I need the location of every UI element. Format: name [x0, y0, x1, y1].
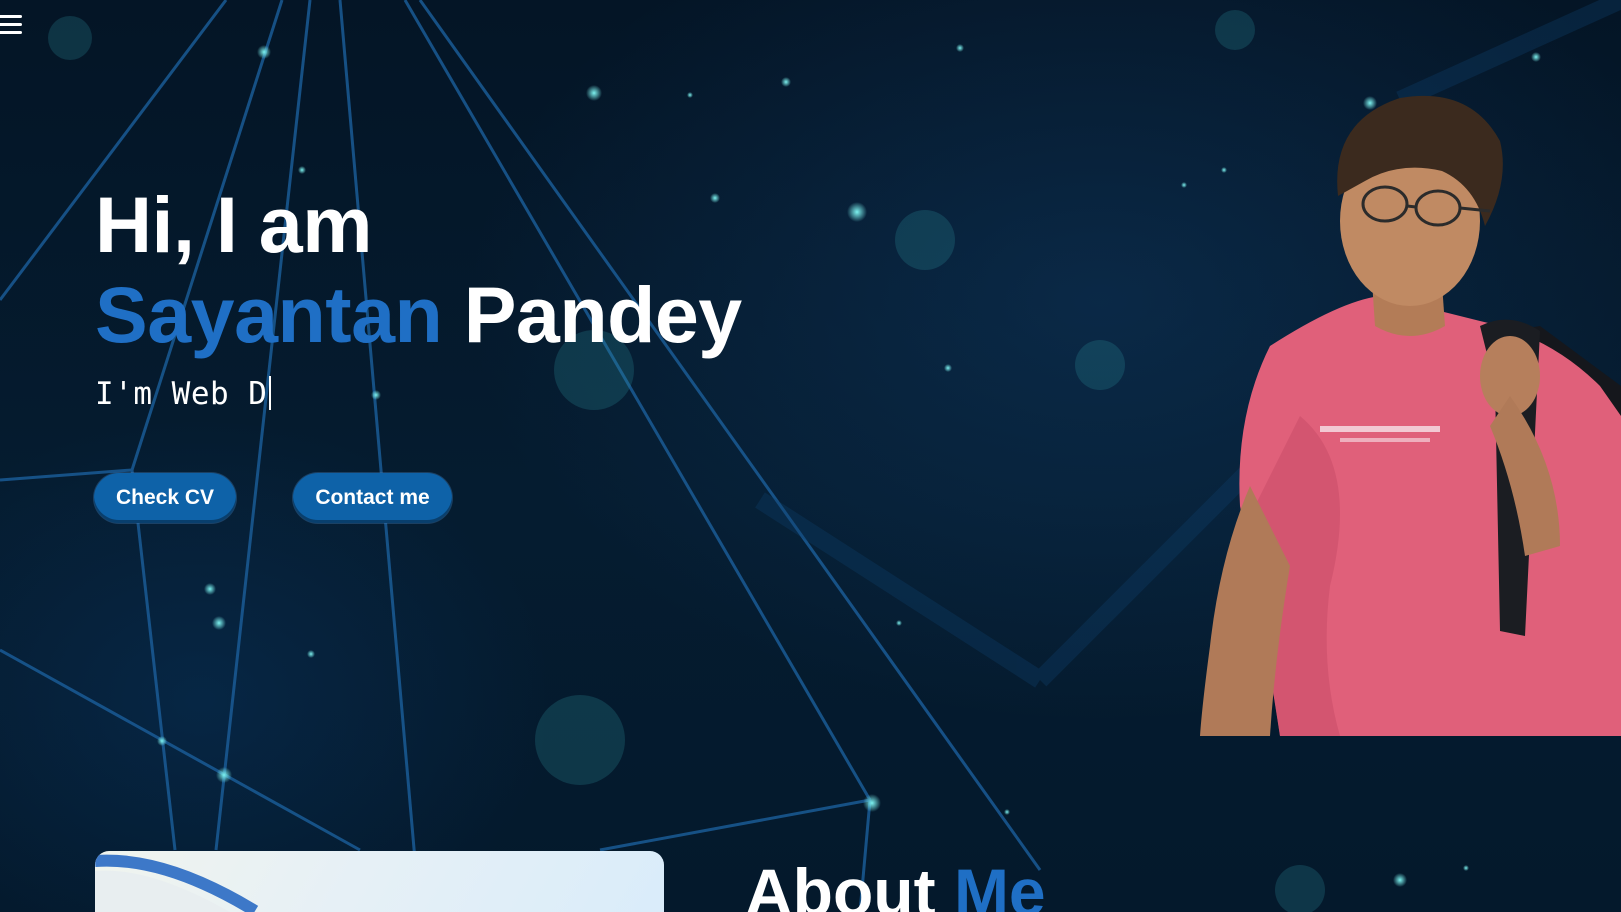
typing-caret: [269, 376, 272, 410]
hero-section: Hi, I am Sayantan Pandey I'm Web D: [95, 180, 742, 416]
contact-me-button[interactable]: Contact me: [293, 473, 452, 523]
about-image: [95, 854, 259, 912]
typing-line: I'm Web D: [95, 376, 742, 416]
typing-text: I'm Web D: [95, 376, 268, 412]
menu-bar: [0, 23, 22, 26]
about-heading: About Me: [745, 852, 1046, 912]
about-heading-word: About: [745, 855, 936, 912]
check-cv-button[interactable]: Check CV: [94, 473, 236, 523]
about-image-card: [95, 851, 664, 912]
menu-bar: [0, 15, 22, 18]
portfolio-page: Hi, I am Sayantan Pandey I'm Web D Check…: [0, 0, 1621, 912]
about-heading-accent: Me: [953, 855, 1046, 912]
menu-bar: [0, 31, 22, 34]
hero-last-name: Pandey: [463, 270, 743, 359]
hero-greeting: Hi, I am: [95, 180, 372, 269]
hero-first-name: Sayantan: [95, 270, 443, 359]
profile-photo: [1200, 95, 1621, 736]
hamburger-menu-icon[interactable]: [0, 10, 24, 42]
hero-name: Sayantan Pandey: [95, 270, 742, 360]
